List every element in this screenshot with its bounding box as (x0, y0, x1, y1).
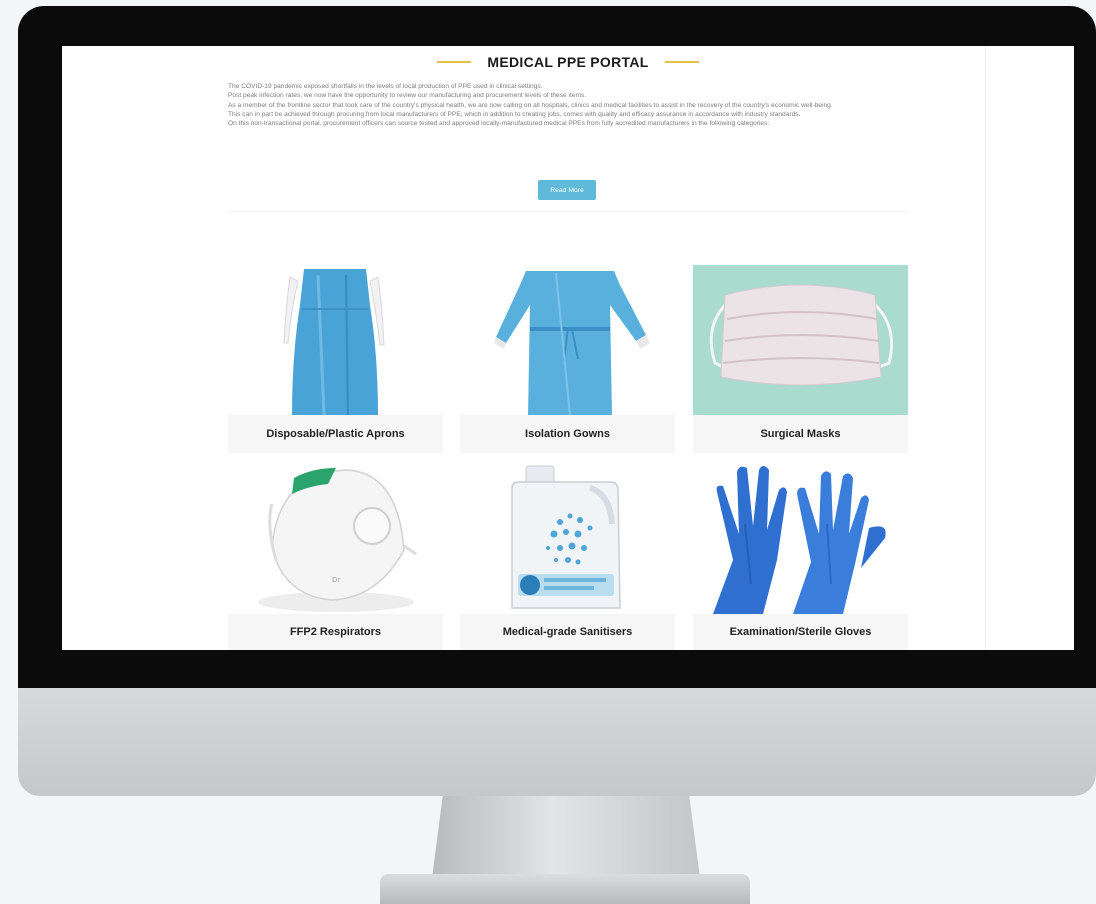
section-divider (228, 211, 908, 212)
category-label: FFP2 Respirators (228, 614, 443, 650)
category-card-sanitisers[interactable]: Medical-grade Sanitisers (460, 464, 675, 650)
title-accent-left (437, 61, 472, 63)
category-label: Surgical Masks (693, 415, 908, 453)
content-border (985, 46, 986, 650)
category-card-gloves[interactable]: Examination/Sterile Gloves (693, 464, 908, 650)
browser-screen: MEDICAL PPE PORTAL The COVID-19 pandemic… (62, 46, 1074, 650)
gown-image (460, 265, 675, 415)
read-more-button[interactable]: Read More (538, 180, 596, 200)
title-row: MEDICAL PPE PORTAL (62, 52, 1074, 72)
monitor-stand (432, 796, 700, 878)
monitor-stand-base (380, 874, 750, 904)
category-card-masks[interactable]: Surgical Masks (693, 265, 908, 453)
intro-paragraph: This can in part be achieved through pro… (228, 110, 801, 118)
category-label: Medical-grade Sanitisers (460, 614, 675, 650)
svg-text:Dr: Dr (332, 576, 340, 584)
intro-paragraph: Post peak infection rates, we now have t… (228, 92, 587, 100)
gloves-image (693, 464, 908, 614)
category-card-gowns[interactable]: Isolation Gowns (460, 265, 675, 453)
category-label: Examination/Sterile Gloves (693, 614, 908, 650)
respirator-image: Dr (228, 464, 443, 614)
category-card-respirators[interactable]: Dr FFP2 Respirators (228, 464, 443, 650)
sanitiser-image (460, 464, 675, 614)
category-card-aprons[interactable]: Disposable/Plastic Aprons (228, 265, 443, 453)
intro-paragraph: The COVID-19 pandemic exposed shortfalls… (228, 83, 543, 90)
intro-paragraph: On this non-transactional portal, procur… (228, 120, 770, 128)
monitor-chin (18, 688, 1096, 796)
title-accent-right (664, 61, 699, 63)
intro-paragraph: As a member of the frontline sector that… (228, 101, 833, 109)
category-label: Isolation Gowns (460, 415, 675, 453)
apron-image (228, 265, 443, 415)
page-title: MEDICAL PPE PORTAL (487, 54, 649, 70)
category-label: Disposable/Plastic Aprons (228, 415, 443, 453)
intro-text: The COVID-19 pandemic exposed shortfalls… (228, 82, 906, 128)
mask-image (693, 265, 908, 415)
